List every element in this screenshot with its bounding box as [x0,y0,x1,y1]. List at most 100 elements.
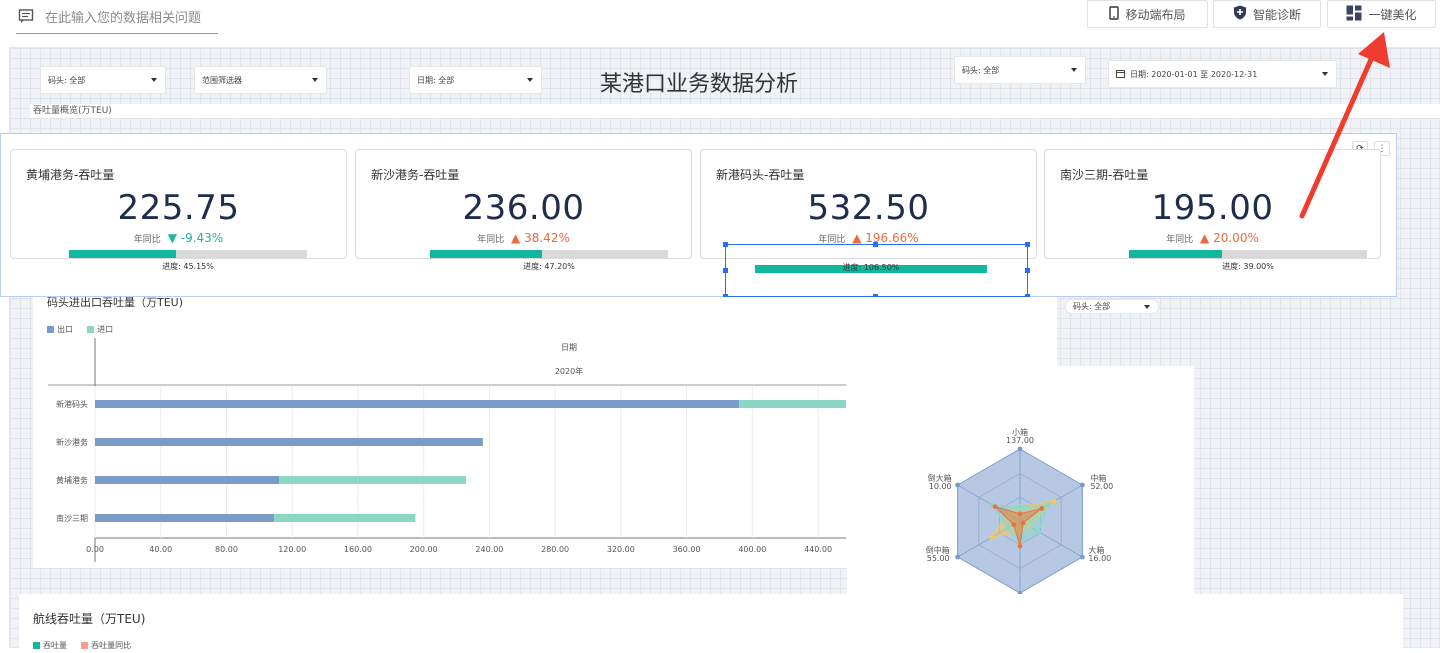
mobile-layout-label: 移动端布局 [1125,7,1186,22]
triangle-up-icon: ▲ [1200,231,1210,245]
kpi-yoy: 年同比 ▼ -9.43% [11,231,346,245]
radar-point[interactable] [1005,525,1010,531]
x-tick-label: 120.00 [278,545,306,554]
progress-track [1129,250,1367,258]
one-click-beautify-label: 一键美化 [1368,7,1417,22]
smart-diagnosis-label: 智能诊断 [1252,7,1301,22]
kpi-yoy: 年同比 ▲ 196.66% [701,231,1036,245]
category-label: 新港码头 [56,399,88,409]
bar-import[interactable] [274,514,416,522]
category-label: 黄埔港务 [56,475,88,485]
triangle-down-icon: ▼ [167,231,177,245]
date-range-label: 日期: 2020-01-01 至 2020-12-31 [1130,69,1258,79]
x-tick-label: 280.00 [541,545,569,554]
kpi-card[interactable]: 新沙港务-吞吐量 236.00 年同比 ▲ 38.42% [355,149,692,259]
progress-track [69,250,307,258]
route-throughput-panel [19,594,1403,648]
dashboard-grid-icon [1346,5,1362,24]
category-label: 新沙港务 [56,437,88,447]
radar-point[interactable] [1051,498,1057,504]
chevron-down-icon [151,78,157,82]
kpi-card[interactable]: 黄埔港务-吞吐量 225.75 年同比 ▼ -9.43% [10,149,347,259]
dock-filter-left[interactable]: 码头: 全部 [40,66,166,94]
resize-handle[interactable] [723,268,728,273]
bar-export[interactable] [95,476,280,484]
radar-point[interactable] [955,482,961,488]
triangle-up-icon: ▲ [511,231,521,245]
radar-point[interactable] [1036,529,1042,535]
radar-point[interactable] [1079,482,1085,488]
kpi-name: 南沙三期-吞吐量 [1060,168,1149,182]
shield-icon [1233,5,1247,23]
one-click-beautify-button[interactable]: 一键美化 [1327,0,1436,28]
radar-point[interactable] [1045,502,1051,508]
radar-point[interactable] [1017,504,1023,509]
radar-point[interactable] [1011,522,1017,527]
radar-axis-max: 137.00 [1006,436,1034,445]
radar-point[interactable] [955,554,961,560]
radar-point[interactable] [1020,520,1026,526]
date-filter-left[interactable]: 日期: 全部 [409,66,542,94]
chevron-down-icon [312,78,318,82]
bar-export[interactable] [95,438,483,446]
dock-filter-right-label: 码头: 全部 [962,65,1000,75]
radar-axis-max: 52.00 [1090,482,1113,491]
query-bar[interactable]: 在此输入您的数据相关问题 [16,2,218,34]
bar-import[interactable] [739,400,846,408]
radar-point[interactable] [989,534,995,540]
legend-item-throughput[interactable]: 吞吐量 [33,640,67,651]
radar-point[interactable] [1017,543,1023,549]
radar-axis-max: 55.00 [927,554,950,563]
yoy-label: 年同比 [133,235,161,245]
radar-point[interactable] [1017,511,1023,517]
route-chart-title: 航线吞吐量（万TEU) [33,612,146,626]
legend-label: 吞吐量同比 [91,641,132,650]
legend-item-yoy[interactable]: 吞吐量同比 [81,640,131,651]
resize-handle[interactable] [723,242,728,247]
bar-export[interactable] [95,514,275,522]
resize-handle[interactable] [1025,268,1030,273]
bar-import[interactable] [279,476,466,484]
kpi-name: 新港码头-吞吐量 [716,168,805,182]
radar-point[interactable] [1079,554,1085,560]
range-filter-label: 范围筛选器 [202,75,242,85]
x-tick-label: 80.00 [215,545,238,554]
dock-filter-right[interactable]: 码头: 全部 [954,56,1086,84]
resize-handle[interactable] [1025,242,1030,247]
kpi-yoy: 年同比 ▲ 20.00% [1045,231,1380,245]
progress-fill [69,250,177,258]
yoy-percent: -9.43% [180,231,224,245]
chevron-down-icon [527,78,533,82]
radar-chart: 小箱137.00中箱52.00大箱16.00倒小箱123.00倒中箱55.00倒… [926,427,1114,613]
resize-handle[interactable] [873,242,878,247]
x-tick-label: 200.00 [410,545,438,554]
dock-filter-left-label: 码头: 全部 [48,75,86,85]
overview-section-label: 吞吐量概览(万TEU) [30,104,1440,118]
query-input[interactable]: 在此输入您的数据相关问题 [45,7,201,26]
x-tick-label: 160.00 [344,545,372,554]
yoy-label: 年同比 [1166,235,1194,245]
dock-filter-radar[interactable]: 码头: 全部 [1065,299,1159,314]
radar-point[interactable] [992,504,998,509]
x-tick-label: 0.00 [86,545,104,554]
smart-diagnosis-button[interactable]: 智能诊断 [1213,0,1321,28]
yoy-label: 年同比 [477,235,505,245]
kpi-value: 236.00 [462,188,585,228]
route-legend: 吞吐量 吞吐量同比 [33,634,140,653]
radar-axis-max: 16.00 [1088,554,1111,563]
kpi-name: 新沙港务-吞吐量 [371,168,460,182]
dock-filter-radar-label: 码头: 全部 [1073,302,1111,311]
range-filter[interactable]: 范围筛选器 [194,66,327,94]
kpi-name: 黄埔港务-吞吐量 [26,168,115,182]
column-header-date: 日期 [561,343,577,352]
radar-axis-max: 10.00 [929,482,952,491]
radar-point[interactable] [1017,446,1023,452]
kpi-card[interactable]: 新港码头-吞吐量 532.50 年同比 ▲ 196.66% [700,149,1037,259]
calendar-icon [1116,69,1125,80]
radar-point[interactable] [1039,506,1045,511]
mobile-layout-button[interactable]: 移动端布局 [1087,0,1208,28]
yoy-value: ▲ 20.00% [1200,231,1259,245]
legend-label: 吞吐量 [43,641,67,650]
selection-box[interactable] [725,244,1028,297]
bar-export[interactable] [95,400,740,408]
